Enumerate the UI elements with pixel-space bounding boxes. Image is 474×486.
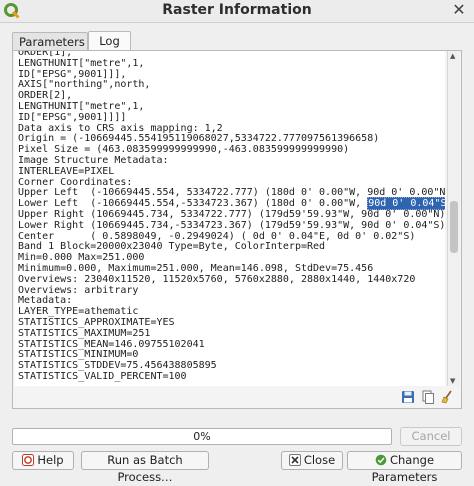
log-scrollbar[interactable]: ▲ ▼ bbox=[447, 51, 460, 386]
scroll-down-icon[interactable]: ▼ bbox=[450, 377, 455, 385]
log-line-text: STATISTICS_STDDEV=75.456438805895 bbox=[18, 360, 217, 372]
log-panel: ORDER[1], LENGTHUNIT["metre",1, ID["EPSG",… bbox=[12, 50, 462, 409]
log-line-text: STATISTICS_VALID_PERCENT=100 bbox=[18, 370, 187, 382]
change-parameters-button[interactable]: Change Parameters bbox=[347, 451, 462, 484]
log-line-text: AXIS["northing",north, bbox=[18, 79, 151, 91]
log-line-text: Minimum=0.000, Maximum=251.000, Mean=146… bbox=[18, 262, 374, 274]
log-line: Overviews: arbitrary bbox=[18, 284, 445, 297]
log-line-text: Origin = (-10669445.554195119068027,5334… bbox=[18, 133, 380, 145]
tab-log[interactable]: Log bbox=[88, 31, 131, 51]
log-line-text: Metadata: bbox=[18, 295, 73, 307]
log-toolbar bbox=[401, 390, 457, 406]
log-line-text: Band 1 Block=20000x23040 Type=Byte, Colo… bbox=[18, 241, 326, 253]
log-line-text: STATISTICS_MEAN=146.09755102041 bbox=[18, 338, 205, 350]
log-line-text: Data axis to CRS axis mapping: 1,2 bbox=[18, 122, 223, 134]
batch-process-button[interactable]: Run as Batch Process… bbox=[81, 451, 209, 484]
clear-log-icon[interactable] bbox=[441, 390, 455, 404]
log-line-text: LENGTHUNIT["metre",1, bbox=[18, 57, 145, 69]
log-text: ORDER[1], LENGTHUNIT["metre",1, ID["EPSG",… bbox=[18, 51, 445, 383]
log-line-text: STATISTICS_MAXIMUM=251 bbox=[18, 327, 151, 339]
log-line-text: ORDER[2], bbox=[18, 90, 73, 102]
log-line: STATISTICS_VALID_PERCENT=100 bbox=[18, 370, 445, 383]
log-line: AXIS["northing",north, bbox=[18, 79, 445, 91]
scroll-thumb[interactable] bbox=[450, 201, 458, 253]
log-line-text: STATISTICS_MINIMUM=0 bbox=[18, 349, 139, 361]
log-line-text: Image Structure Metadata: bbox=[18, 154, 169, 166]
close-button[interactable]: Close bbox=[281, 451, 343, 470]
close-label: Close bbox=[303, 453, 336, 467]
scroll-up-icon[interactable]: ▲ bbox=[450, 52, 455, 60]
log-line-text: STATISTICS_APPROXIMATE=YES bbox=[18, 316, 175, 328]
log-line-text: LENGTHUNIT["metre",1, bbox=[18, 100, 145, 112]
log-line-text: Pixel Size = (463.083599999999990,-463.0… bbox=[18, 144, 350, 156]
log-line-text: ID["EPSG",9001]]], bbox=[18, 68, 127, 80]
log-line-text: Center ( 0.5898049, -0.2949024) ( 0d 0' … bbox=[18, 230, 416, 242]
log-line-text: INTERLEAVE=PIXEL bbox=[18, 165, 115, 177]
log-output[interactable]: ORDER[1], LENGTHUNIT["metre",1, ID["EPSG",… bbox=[15, 51, 445, 386]
log-line-text: Lower Right (10669445.734,-5334723.367) … bbox=[18, 219, 445, 231]
batch-process-label: Run as Batch Process… bbox=[107, 453, 183, 484]
help-button[interactable]: Help bbox=[12, 451, 74, 470]
help-icon bbox=[22, 454, 35, 466]
cancel-button[interactable]: Cancel bbox=[400, 427, 462, 446]
change-parameters-icon bbox=[375, 454, 387, 466]
close-icon bbox=[288, 454, 301, 466]
progress-bar: 0% bbox=[12, 428, 392, 445]
log-line-text: ID["EPSG",9001]]]] bbox=[18, 111, 127, 123]
log-line-text: Min=0.000 Max=251.000 bbox=[18, 252, 145, 264]
window-title: Raster Information bbox=[162, 2, 312, 18]
log-line-text: Upper Right (10669445.734, 5334722.777) … bbox=[18, 208, 445, 220]
window-close-icon[interactable]: ✕ bbox=[450, 1, 468, 19]
progress-label: 0% bbox=[193, 430, 211, 443]
cancel-label: Cancel bbox=[411, 429, 451, 443]
copy-log-icon[interactable] bbox=[421, 390, 435, 404]
help-label: Help bbox=[37, 453, 64, 467]
title-bar: Raster Information ✕ bbox=[0, 0, 474, 23]
log-line-text: Corner Coordinates: bbox=[18, 176, 133, 188]
save-log-icon[interactable] bbox=[401, 390, 415, 404]
log-line-text: Overviews: arbitrary bbox=[18, 284, 139, 296]
log-line-text: Overviews: 23040x11520, 11520x5760, 5760… bbox=[18, 273, 416, 285]
tab-parameters[interactable]: Parameters bbox=[12, 32, 88, 50]
log-line-text: LAYER_TYPE=athematic bbox=[18, 306, 139, 318]
log-line-text: Lower Left (-10669445.554,-5334723.367) … bbox=[18, 198, 368, 210]
